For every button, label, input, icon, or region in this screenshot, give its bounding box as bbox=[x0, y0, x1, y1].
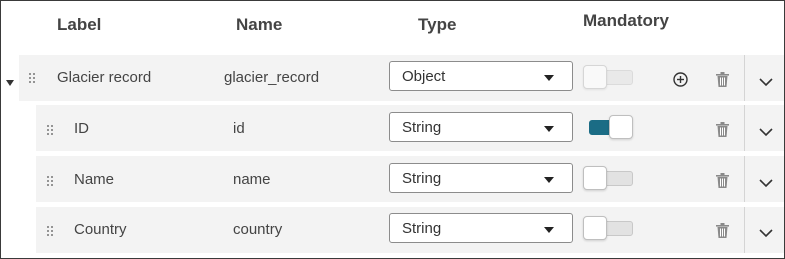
collapse-arrow-icon[interactable] bbox=[6, 73, 14, 91]
plus-circle-icon[interactable] bbox=[673, 72, 688, 92]
drag-handle-icon[interactable] bbox=[47, 125, 53, 135]
drag-handle-icon[interactable] bbox=[47, 226, 53, 236]
trash-icon[interactable] bbox=[716, 122, 729, 142]
trash-icon[interactable] bbox=[716, 72, 729, 92]
field-label: ID bbox=[74, 120, 89, 137]
caret-down-icon bbox=[544, 227, 554, 233]
column-header-mandatory: Mandatory bbox=[583, 11, 669, 30]
column-header-type: Type bbox=[418, 15, 457, 34]
chevron-down-icon[interactable] bbox=[759, 74, 773, 92]
type-select-value: String bbox=[402, 170, 442, 187]
caret-down-icon bbox=[544, 75, 554, 81]
field-name: name bbox=[233, 171, 271, 188]
field-label: Country bbox=[74, 221, 127, 238]
column-header-name: Name bbox=[236, 15, 283, 34]
mandatory-toggle[interactable] bbox=[583, 115, 633, 141]
mandatory-toggle[interactable] bbox=[583, 65, 633, 91]
schema-editor: Label Name Type Mandatory Glacier record… bbox=[0, 0, 785, 259]
trash-icon[interactable] bbox=[716, 173, 729, 193]
caret-down-icon bbox=[544, 126, 554, 132]
caret-down-icon bbox=[544, 177, 554, 183]
chevron-down-icon[interactable] bbox=[759, 124, 773, 142]
drag-handle-icon[interactable] bbox=[29, 73, 35, 83]
type-select[interactable]: String bbox=[389, 163, 573, 193]
type-select[interactable]: String bbox=[389, 112, 573, 142]
type-select[interactable]: String bbox=[389, 213, 573, 243]
field-name: country bbox=[233, 221, 283, 238]
type-select-value: Object bbox=[402, 68, 446, 85]
field-name: glacier_record bbox=[224, 69, 320, 86]
field-label: Name bbox=[74, 171, 115, 188]
field-label: Glacier record bbox=[57, 69, 152, 86]
type-select-value: String bbox=[402, 119, 442, 136]
table-row: ID id String bbox=[36, 105, 784, 151]
column-header-label: Label bbox=[57, 15, 102, 34]
table-row: Name name String bbox=[36, 156, 784, 202]
type-select-value: String bbox=[402, 220, 442, 237]
table-row: Country country String bbox=[36, 207, 784, 253]
trash-icon[interactable] bbox=[716, 223, 729, 243]
chevron-down-icon[interactable] bbox=[759, 175, 773, 193]
field-name: id bbox=[233, 120, 245, 137]
drag-handle-icon[interactable] bbox=[47, 176, 53, 186]
mandatory-toggle[interactable] bbox=[583, 166, 633, 192]
table-row: Glacier record glacier_record Object bbox=[19, 55, 784, 101]
mandatory-toggle[interactable] bbox=[583, 216, 633, 242]
chevron-down-icon[interactable] bbox=[759, 225, 773, 243]
type-select[interactable]: Object bbox=[389, 61, 573, 91]
